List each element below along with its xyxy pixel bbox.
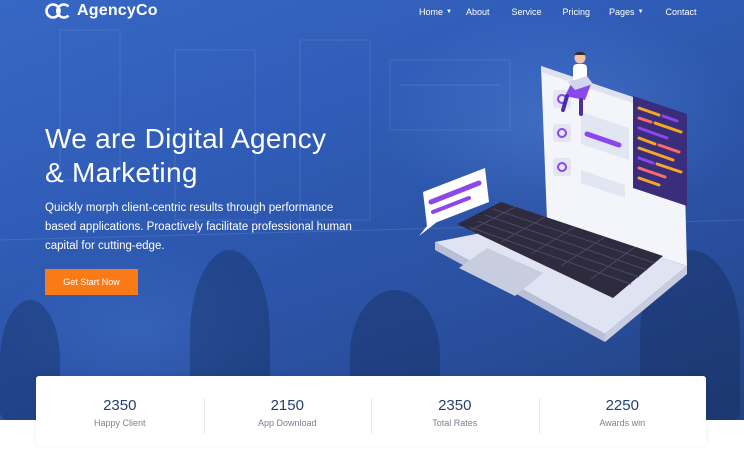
hero-title-line-1: We are Digital Agency [45, 123, 327, 154]
main-nav: Home ▼ About Service Pricing Pages ▼ Con [419, 7, 697, 17]
stats-bar: 2350 Happy Client 2150 App Download 2350… [36, 376, 706, 446]
hero-title-line-2: & Marketing [45, 157, 198, 188]
stat-value: 2150 [270, 397, 304, 414]
nav-item-pages[interactable]: Pages ▼ [609, 7, 643, 17]
nav-item-label: Pages [609, 7, 635, 17]
nav-item-pricing[interactable]: Pricing [563, 7, 591, 17]
stat-value: 2350 [103, 397, 137, 414]
stat-awards-win: 2250 Awards win [538, 376, 707, 446]
stat-value: 2250 [605, 397, 639, 414]
nav-item-label: Home [419, 7, 444, 17]
hero-description: Quickly morph client-centric results thr… [45, 202, 352, 252]
get-start-now-button[interactable]: Get Start Now [45, 269, 138, 295]
stat-app-download: 2150 App Download [203, 376, 372, 446]
nav-item-contact[interactable]: Contact [666, 7, 697, 17]
agencyco-logo-icon [45, 2, 71, 20]
landing-page: AgencyCo Home ▼ About Service Pricing Pa… [0, 0, 744, 467]
stat-label: App Download [257, 418, 317, 428]
brand[interactable]: AgencyCo [45, 2, 158, 20]
stat-value: 2350 [438, 397, 472, 414]
laptop-illustration [419, 52, 687, 342]
brand-name: AgencyCo [77, 2, 158, 19]
caret-down-icon: ▼ [637, 9, 644, 15]
nav-item-label: About [465, 7, 490, 17]
nav-item-about[interactable]: About [466, 7, 490, 17]
stat-total-rates: 2350 Total Rates [371, 376, 539, 446]
nav-item-label: Contact [665, 7, 697, 17]
top-navbar: AgencyCo Home ▼ About Service Pricing Pa… [0, 0, 744, 26]
stat-label: Awards win [599, 418, 646, 428]
stat-label: Happy Client [93, 418, 146, 428]
stat-label: Total Rates [432, 418, 478, 428]
hero-title: We are Digital Agency & Marketing [45, 122, 375, 190]
stat-happy-client: 2350 Happy Client [36, 376, 204, 446]
caret-down-icon: ▼ [446, 9, 452, 15]
nav-item-service[interactable]: Service [512, 7, 542, 17]
hero-section: AgencyCo Home ▼ About Service Pricing Pa… [0, 0, 744, 420]
nav-item-label: Pricing [562, 7, 591, 17]
nav-item-label: Service [511, 7, 542, 17]
nav-item-home[interactable]: Home ▼ [419, 7, 452, 17]
